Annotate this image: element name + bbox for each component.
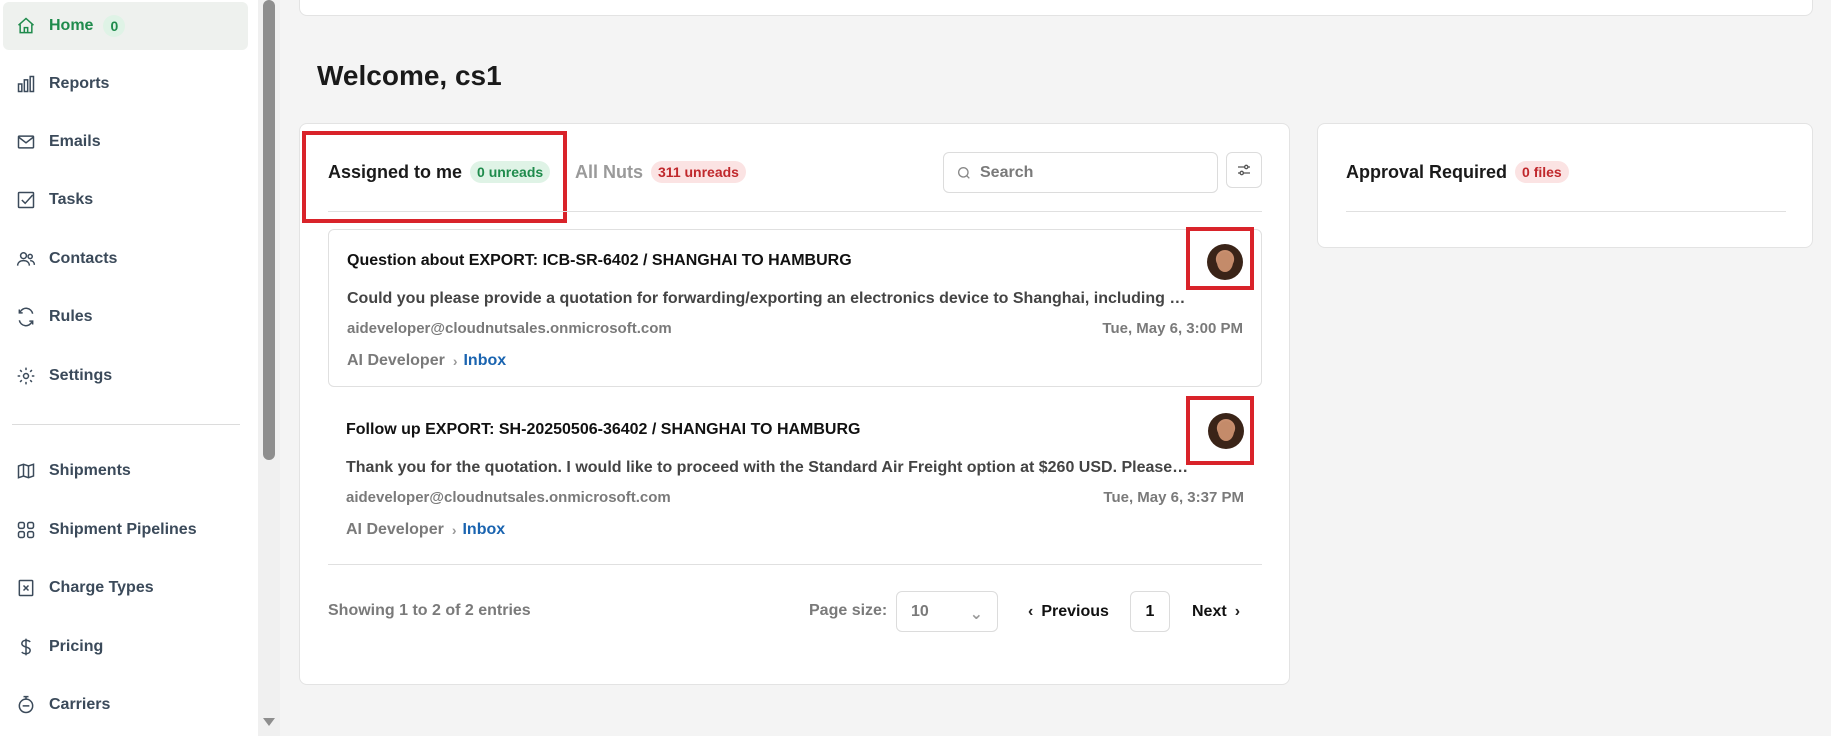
chevron-left-icon: ‹ bbox=[1028, 603, 1034, 620]
sidebar-item-shipments[interactable]: Shipments bbox=[3, 447, 248, 495]
page-size-label: Page size: bbox=[809, 602, 888, 619]
sidebar-item-contacts[interactable]: Contacts bbox=[3, 235, 248, 283]
highlight-annotation bbox=[302, 131, 567, 223]
search-icon bbox=[958, 166, 970, 179]
email-timestamp: Tue, May 6, 3:00 PM bbox=[1102, 320, 1243, 337]
folder-link[interactable]: Inbox bbox=[463, 352, 506, 370]
users-icon bbox=[15, 248, 37, 270]
sidebar-divider bbox=[12, 424, 240, 425]
sidebar-item-label: Carriers bbox=[49, 696, 111, 713]
scroll-down-arrow-icon[interactable] bbox=[263, 718, 275, 726]
map-icon bbox=[15, 460, 37, 482]
gear-icon bbox=[15, 365, 37, 387]
sidebar-item-label: Rules bbox=[49, 308, 93, 325]
sidebar-scrollbar[interactable] bbox=[258, 0, 280, 736]
next-label: Next bbox=[1192, 603, 1227, 620]
page-title: Welcome, cs1 bbox=[317, 60, 502, 91]
tab-label: All Nuts bbox=[575, 161, 644, 182]
carrier-icon bbox=[15, 694, 37, 716]
highlight-annotation bbox=[1186, 227, 1254, 290]
checkbox-icon bbox=[15, 189, 37, 211]
approval-divider bbox=[1346, 211, 1786, 212]
sidebar-item-label: Shipments bbox=[49, 462, 131, 479]
email-list-item[interactable]: Follow up EXPORT: SH-20250506-36402 / SH… bbox=[328, 399, 1262, 557]
dollar-icon bbox=[15, 636, 37, 658]
email-subject: Question about EXPORT: ICB-SR-6402 / SHA… bbox=[347, 252, 852, 269]
previous-button[interactable]: ‹ Previous bbox=[1020, 594, 1109, 630]
email-sender: aideveloper@cloudnutsales.onmicrosoft.co… bbox=[347, 320, 672, 337]
scrollbar-thumb[interactable] bbox=[263, 0, 275, 460]
page-size-select[interactable]: 10 ⌄ bbox=[896, 591, 998, 632]
top-card bbox=[299, 0, 1813, 16]
email-breadcrumb: AI Developer › Inbox bbox=[347, 352, 506, 370]
previous-label: Previous bbox=[1041, 603, 1109, 620]
email-timestamp: Tue, May 6, 3:37 PM bbox=[1103, 489, 1244, 506]
sidebar-item-tasks[interactable]: Tasks bbox=[3, 176, 248, 224]
home-icon bbox=[15, 15, 37, 37]
approval-card: Approval Required 0 files bbox=[1317, 123, 1813, 248]
search-input[interactable] bbox=[980, 163, 1180, 182]
approval-header: Approval Required 0 files bbox=[1346, 161, 1569, 183]
refresh-icon bbox=[15, 306, 37, 328]
list-divider bbox=[328, 564, 1262, 565]
email-list-item[interactable]: Question about EXPORT: ICB-SR-6402 / SHA… bbox=[328, 229, 1262, 387]
chevron-right-icon: › bbox=[451, 522, 457, 538]
page-size-value: 10 bbox=[911, 602, 929, 620]
messages-card: Assigned to me 0 unreads All Nuts 311 un… bbox=[299, 123, 1290, 685]
sidebar-item-label: Home bbox=[49, 17, 94, 34]
owner-name: AI Developer bbox=[347, 352, 445, 369]
email-preview: Thank you for the quotation. I would lik… bbox=[346, 459, 1189, 476]
files-badge: 0 files bbox=[1515, 161, 1569, 183]
sidebar: Home 0 Reports Emails Tasks Contacts Rul… bbox=[0, 0, 258, 736]
sliders-icon bbox=[1238, 164, 1250, 176]
sidebar-item-emails[interactable]: Emails bbox=[3, 118, 248, 166]
bar-chart-icon bbox=[15, 73, 37, 95]
filter-button[interactable] bbox=[1226, 152, 1262, 188]
sidebar-item-label: Contacts bbox=[49, 250, 118, 267]
email-subject: Follow up EXPORT: SH-20250506-36402 / SH… bbox=[346, 421, 861, 438]
tab-divider bbox=[328, 211, 1262, 212]
sidebar-item-label: Reports bbox=[49, 75, 110, 92]
sidebar-item-label: Emails bbox=[49, 133, 101, 150]
email-sender: aideveloper@cloudnutsales.onmicrosoft.co… bbox=[346, 489, 671, 506]
home-count-badge: 0 bbox=[103, 15, 126, 37]
chevron-right-icon: › bbox=[1234, 603, 1241, 620]
receipt-icon bbox=[15, 577, 37, 599]
pagination-summary: Showing 1 to 2 of 2 entries bbox=[328, 602, 531, 619]
sidebar-item-label: Tasks bbox=[49, 191, 94, 208]
sidebar-item-charge-types[interactable]: Charge Types bbox=[3, 564, 248, 612]
next-button[interactable]: Next › bbox=[1192, 594, 1248, 630]
sidebar-item-shipment-pipelines[interactable]: Shipment Pipelines bbox=[3, 506, 248, 554]
mail-icon bbox=[15, 131, 37, 153]
sidebar-item-carriers[interactable]: Carriers bbox=[3, 681, 248, 729]
folder-link[interactable]: Inbox bbox=[462, 521, 505, 539]
chevron-down-icon: ⌄ bbox=[969, 606, 983, 623]
sidebar-item-label: Shipment Pipelines bbox=[49, 521, 197, 538]
search-box[interactable] bbox=[943, 152, 1218, 193]
email-breadcrumb: AI Developer › Inbox bbox=[346, 521, 505, 539]
sidebar-item-label: Pricing bbox=[49, 638, 104, 655]
sidebar-item-settings[interactable]: Settings bbox=[3, 352, 248, 400]
owner-name: AI Developer bbox=[346, 521, 444, 538]
sidebar-item-home[interactable]: Home 0 bbox=[3, 2, 248, 50]
approval-title: Approval Required bbox=[1346, 161, 1508, 182]
highlight-annotation bbox=[1186, 396, 1254, 465]
sidebar-item-reports[interactable]: Reports bbox=[3, 60, 248, 108]
unread-badge: 311 unreads bbox=[651, 161, 746, 183]
page-number-button[interactable]: 1 bbox=[1130, 591, 1170, 632]
grid-icon bbox=[15, 519, 37, 541]
sidebar-item-rules[interactable]: Rules bbox=[3, 293, 248, 341]
sidebar-item-label: Settings bbox=[49, 367, 113, 384]
sidebar-item-label: Charge Types bbox=[49, 579, 154, 596]
tab-all-nuts[interactable]: All Nuts 311 unreads bbox=[575, 161, 746, 183]
chevron-right-icon: › bbox=[452, 353, 458, 369]
email-preview: Could you please provide a quotation for… bbox=[347, 290, 1190, 307]
sidebar-item-pricing[interactable]: Pricing bbox=[3, 623, 248, 671]
